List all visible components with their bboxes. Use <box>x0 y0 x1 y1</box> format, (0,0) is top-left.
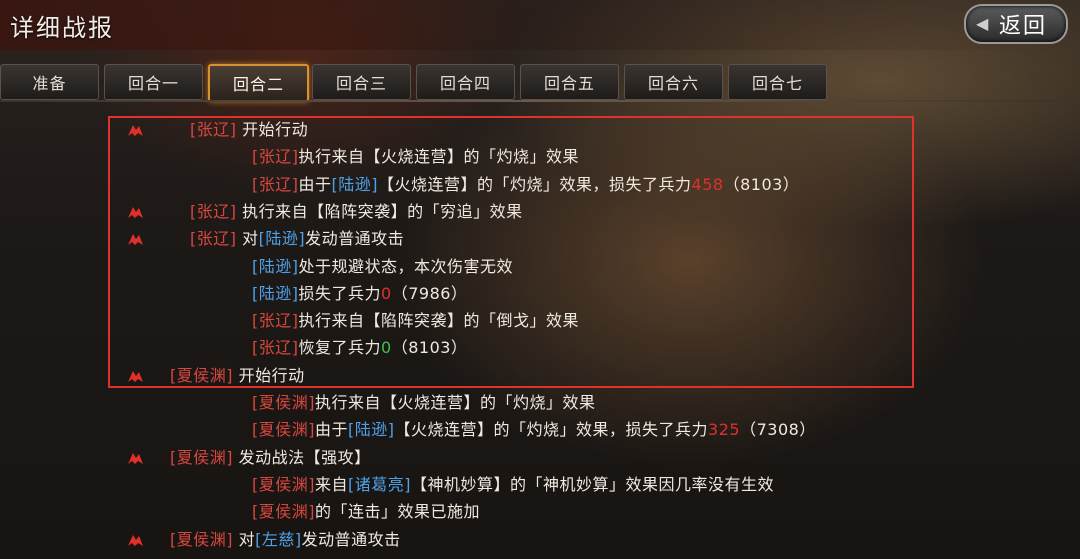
log-row: [夏侯渊]来自[诸葛亮]【神机妙算】的「神机妙算」效果因几率没有生效 <box>252 472 774 498</box>
general-name: [夏侯渊] <box>170 529 233 549</box>
page-title: 详细战报 <box>10 14 114 42</box>
log-text: 发动普通攻击 <box>301 529 401 549</box>
general-name: [张辽] <box>190 229 237 249</box>
log-text: （8103） <box>391 338 468 358</box>
value-text: 458 <box>691 174 724 194</box>
general-name: [张辽] <box>252 147 299 167</box>
log-text: 对 <box>236 229 259 249</box>
general-name: [张辽] <box>252 174 299 194</box>
log-text: 由于 <box>298 174 332 194</box>
log-row: [张辽]执行来自【火烧连营】的「灼烧」效果 <box>252 144 579 170</box>
tab-5[interactable]: 回合五 <box>520 64 619 100</box>
tab-7[interactable]: 回合七 <box>728 64 827 100</box>
log-row: [陆逊]处于规避状态，本次伤害无效 <box>252 254 513 280</box>
general-name: [陆逊] <box>252 283 299 303</box>
log-row: [张辽] 执行来自【陷阵突袭】的「穷追」效果 <box>190 199 523 225</box>
log-text: 执行来自【陷阵突袭】的「倒戈」效果 <box>298 311 580 331</box>
log-row: [张辽] 对[陆逊]发动普通攻击 <box>190 226 404 252</box>
general-name: [张辽] <box>190 201 237 221</box>
value-text: 0 <box>381 338 392 358</box>
log-text: 发动普通攻击 <box>305 229 405 249</box>
log-text: （7986） <box>391 283 468 303</box>
action-flag-icon <box>128 125 143 136</box>
tab-6[interactable]: 回合六 <box>624 64 723 100</box>
round-tabs: 准备 回合一 回合二 回合三 回合四 回合五 回合六 回合七 <box>0 64 1080 102</box>
log-text: 【神机妙算】的「神机妙算」效果因几率没有生效 <box>411 474 775 494</box>
log-text: 处于规避状态，本次伤害无效 <box>298 256 514 276</box>
general-name: [夏侯渊] <box>170 447 233 467</box>
log-text: 【火烧连营】的「灼烧」效果，损失了兵力 <box>378 174 692 194</box>
general-name: [陆逊] <box>258 229 306 249</box>
log-text: 执行来自【火烧连营】的「灼烧」效果 <box>315 393 596 412</box>
general-name: [夏侯渊] <box>252 502 315 522</box>
log-text: 执行来自【火烧连营】的「灼烧」效果 <box>298 147 580 167</box>
log-text: 【火烧连营】的「灼烧」效果，损失了兵力 <box>394 420 709 440</box>
action-flag-icon <box>128 452 143 464</box>
general-name: [张辽] <box>252 311 299 331</box>
top-bar <box>0 0 1080 50</box>
tab-divider <box>0 100 1080 102</box>
general-name: [夏侯渊] <box>252 474 315 494</box>
log-text: 来自 <box>315 474 349 494</box>
log-text: 执行来自【陷阵突袭】的「穷追」效果 <box>236 201 523 221</box>
log-row: [夏侯渊] 开始行动 <box>170 363 305 389</box>
log-row: [夏侯渊]执行来自【火烧连营】的「灼烧」效果 <box>252 390 596 416</box>
log-row: [张辽]由于[陆逊]【火烧连营】的「灼烧」效果，损失了兵力458（8103） <box>252 172 799 198</box>
tab-0[interactable]: 准备 <box>0 64 99 100</box>
back-button-label: 返回 <box>998 14 1047 39</box>
log-row: [夏侯渊] 对[左慈]发动普通攻击 <box>170 527 401 553</box>
log-text: 对 <box>233 529 256 549</box>
log-row: [夏侯渊]由于[陆逊]【火烧连营】的「灼烧」效果，损失了兵力325（7308） <box>252 417 816 443</box>
log-text: 损失了兵力 <box>298 283 382 303</box>
log-row: [陆逊]损失了兵力0（7986） <box>252 281 467 307</box>
general-name: [夏侯渊] <box>252 420 315 440</box>
general-name: [陆逊] <box>331 174 379 194</box>
action-flag-icon <box>128 370 143 382</box>
log-text: 的「连击」效果已施加 <box>315 502 481 522</box>
tab-2[interactable]: 回合二 <box>208 64 309 102</box>
log-text: 发动战法【强攻】 <box>233 447 371 467</box>
tab-1[interactable]: 回合一 <box>104 64 203 100</box>
general-name: [张辽] <box>252 338 299 358</box>
log-row: [夏侯渊]的「连击」效果已施加 <box>252 499 480 525</box>
action-flag-icon <box>128 234 143 246</box>
log-row: [张辽]恢复了兵力0（8103） <box>252 335 467 361</box>
log-row: [夏侯渊] 发动战法【强攻】 <box>170 445 371 471</box>
general-name: [夏侯渊] <box>170 365 233 385</box>
general-name: [诸葛亮] <box>348 474 412 494</box>
log-row: [张辽]执行来自【陷阵突袭】的「倒戈」效果 <box>252 308 579 334</box>
back-button[interactable]: ◀ 返回 <box>964 4 1068 44</box>
general-name: [张辽] <box>190 120 237 139</box>
general-name: [左慈] <box>255 529 302 549</box>
value-text: 0 <box>381 283 392 303</box>
log-text: 开始行动 <box>236 120 309 139</box>
general-name: [陆逊] <box>252 256 299 276</box>
log-text: 开始行动 <box>233 365 305 385</box>
log-text: 由于 <box>315 420 349 440</box>
action-flag-icon <box>128 534 143 546</box>
log-text: （8103） <box>723 174 800 194</box>
general-name: [陆逊] <box>348 420 395 440</box>
tab-4[interactable]: 回合四 <box>416 64 515 100</box>
action-flag-icon <box>128 206 143 218</box>
back-arrow-icon: ◀ <box>976 14 989 33</box>
log-text: 恢复了兵力 <box>298 338 382 358</box>
tab-3[interactable]: 回合三 <box>312 64 411 100</box>
general-name: [夏侯渊] <box>252 393 315 412</box>
log-text: （7308） <box>740 420 816 440</box>
value-text: 325 <box>708 420 741 440</box>
log-row: [张辽] 开始行动 <box>190 117 308 143</box>
